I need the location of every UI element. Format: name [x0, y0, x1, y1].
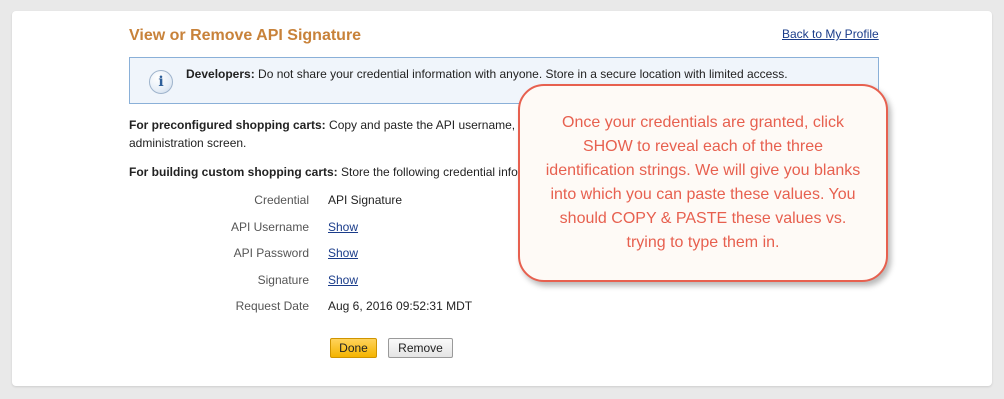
back-to-profile-link[interactable]: Back to My Profile [782, 27, 879, 41]
notice-body: Do not share your credential information… [254, 67, 788, 81]
preconfigured-text: Copy and paste the API username, [325, 118, 516, 132]
custom-text: Store the following credential infor [337, 165, 522, 179]
request-date-label: Request Date [235, 299, 309, 313]
notice-text: Developers: Do not share your credential… [186, 67, 788, 81]
preconfigured-paragraph: For preconfigured shopping carts: Copy a… [129, 116, 515, 152]
credential-value: API Signature [328, 193, 403, 207]
request-date-value: Aug 6, 2016 09:52:31 MDT [328, 299, 473, 313]
callout-text: Once your credentials are granted, click… [545, 114, 861, 251]
custom-bold: For building custom shopping carts: [129, 165, 338, 179]
preconfigured-bold: For preconfigured shopping carts: [129, 118, 326, 132]
api-username-label: API Username [230, 220, 309, 234]
credential-label: Credential [254, 193, 309, 207]
signature-show-link[interactable]: Show [328, 273, 358, 287]
page-title: View or Remove API Signature [129, 27, 362, 44]
instruction-callout: Once your credentials are granted, click… [518, 84, 888, 282]
preconfigured-text-line2: administration screen. [129, 136, 247, 150]
info-icon: i [149, 70, 173, 94]
notice-bold: Developers: [186, 67, 255, 81]
custom-paragraph: For building custom shopping carts: Stor… [129, 163, 522, 181]
api-password-label: API Password [233, 246, 309, 260]
remove-button[interactable]: Remove [388, 338, 453, 358]
done-button[interactable]: Done [330, 338, 377, 358]
api-password-show-link[interactable]: Show [328, 246, 358, 260]
api-username-show-link[interactable]: Show [328, 220, 358, 234]
signature-label: Signature [257, 273, 309, 287]
